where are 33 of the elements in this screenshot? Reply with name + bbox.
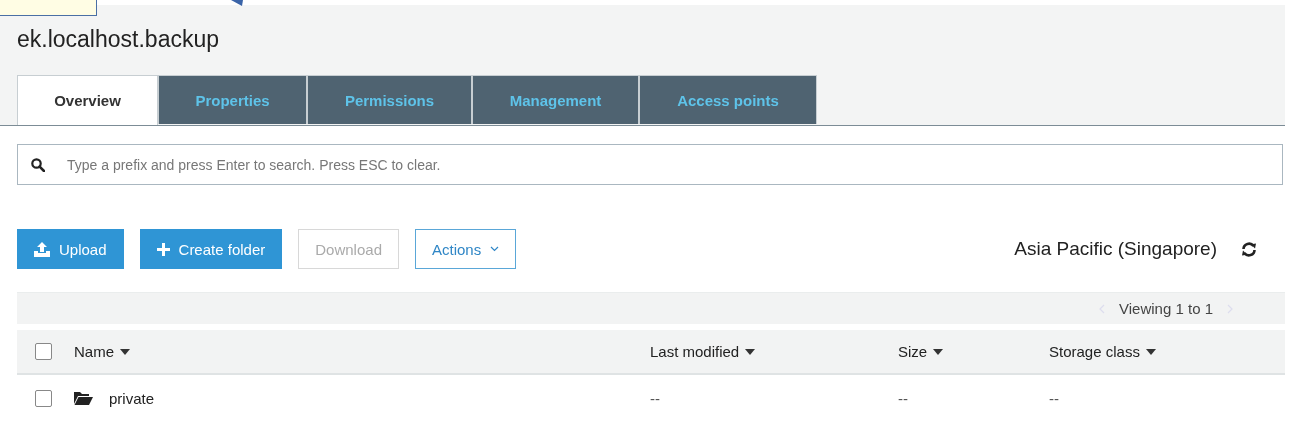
plus-icon <box>156 242 170 256</box>
chevron-down-icon <box>490 246 500 252</box>
column-header[interactable]: Storage class <box>1049 343 1156 360</box>
folder-icon <box>74 391 93 405</box>
column-header[interactable]: Size <box>898 343 944 360</box>
table-cell: -- <box>1049 389 1059 407</box>
refresh-icon[interactable] <box>1241 241 1257 257</box>
arrow-tip-icon <box>231 0 243 6</box>
bucket-title: ek.localhost.backup <box>17 25 219 53</box>
file-name-link[interactable]: private <box>109 389 155 407</box>
pagination-label: Viewing 1 to 1 <box>1119 300 1213 317</box>
sort-caret-icon <box>1145 348 1156 355</box>
actions-dropdown[interactable]: Actions <box>415 229 517 269</box>
search-field[interactable]: Type a prefix and press Enter to search. Press ESC to clear. <box>17 144 1283 185</box>
upload-button[interactable]: Upload <box>17 229 124 269</box>
column-header[interactable]: Last modified <box>650 343 756 360</box>
table-cell: -- <box>898 389 908 407</box>
upload-icon <box>34 241 50 257</box>
column-header[interactable]: Name <box>74 343 130 360</box>
tab[interactable]: Properties <box>158 75 307 124</box>
checkbox[interactable] <box>35 389 52 407</box>
sort-caret-icon <box>745 348 756 355</box>
search-icon <box>31 158 45 172</box>
tab[interactable]: Access points <box>639 75 817 124</box>
tab[interactable]: Management <box>472 75 639 124</box>
sort-caret-icon <box>120 348 130 355</box>
sort-caret-icon <box>933 348 944 355</box>
table-cell: -- <box>650 389 660 407</box>
create-folder-button[interactable]: Create folder <box>139 229 283 269</box>
tab[interactable]: Permissions <box>307 75 472 124</box>
checkbox[interactable] <box>35 343 52 360</box>
tab[interactable]: Overview <box>17 75 158 125</box>
region-label: Asia Pacific (Singapore) <box>1014 238 1217 260</box>
